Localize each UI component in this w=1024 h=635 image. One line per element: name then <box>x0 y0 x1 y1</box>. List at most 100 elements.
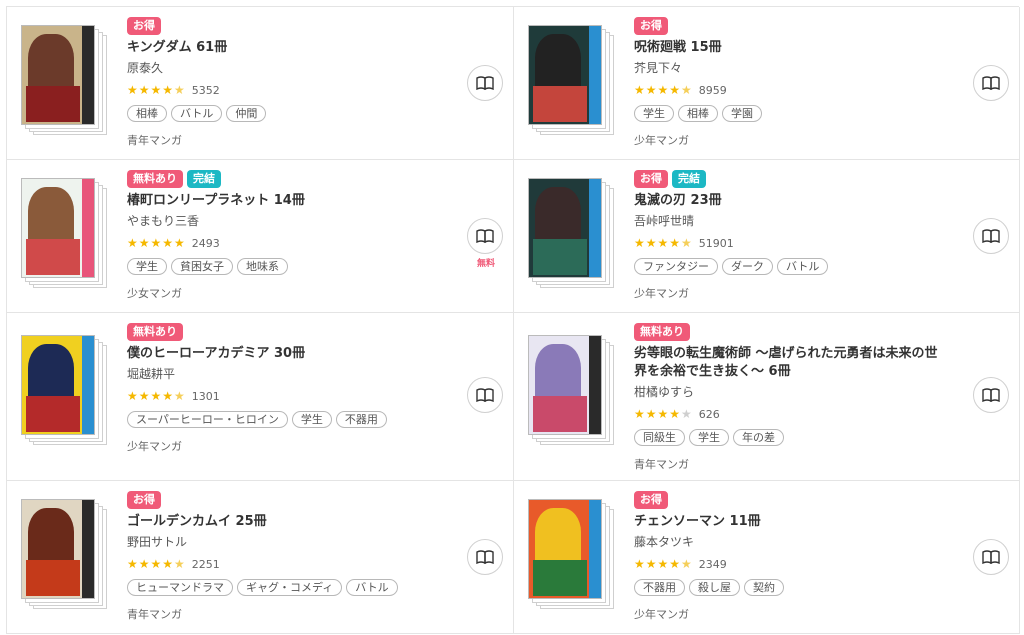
cover-stack[interactable] <box>21 25 107 135</box>
tag-chip[interactable]: 不器用 <box>335 411 387 428</box>
cover-art-figure <box>28 344 74 404</box>
tag-chip[interactable]: 殺し屋 <box>689 579 740 596</box>
tag-chip[interactable]: 学生 <box>689 429 729 446</box>
manga-title[interactable]: 鬼滅の刃 23冊 <box>634 192 947 210</box>
tag-chip[interactable]: 不器用 <box>634 579 685 596</box>
genre-label: 少年マンガ <box>634 608 689 621</box>
badge-free: 無料あり <box>127 170 183 188</box>
manga-card[interactable]: お得 完結 鬼滅の刃 23冊 吾峠呼世晴 ★★★★★ 51901 ファンタジー ダー… <box>514 160 1020 313</box>
manga-card[interactable]: お得 ゴールデンカムイ 25冊 野田サトル ★★★★★ 2251 ヒューマンドラ… <box>7 481 514 634</box>
genre-label: 少年マンガ <box>127 440 182 453</box>
tag-chip[interactable]: ファンタジー <box>634 258 718 275</box>
cover-art-figure <box>535 34 581 94</box>
rating-stars: ★★★★★ <box>127 389 186 403</box>
tag-chip[interactable]: 学生 <box>634 105 674 122</box>
cover-art-figure <box>28 187 74 247</box>
tag-chip[interactable]: 仲間 <box>226 105 267 122</box>
cover-image[interactable] <box>21 335 95 435</box>
tag-chip[interactable]: バトル <box>777 258 829 275</box>
read-button[interactable] <box>467 377 503 413</box>
rating-stars-half: ★ <box>174 83 186 97</box>
read-button[interactable] <box>467 65 503 101</box>
cover-spine <box>589 179 601 277</box>
book-open-icon <box>982 550 1000 564</box>
manga-title[interactable]: 劣等眼の転生魔術師 ～虐げられた元勇者は未来の世界を余裕で生き抜く～ 6冊 <box>634 345 947 381</box>
badge-row: お得 <box>634 491 1007 509</box>
tag-chip[interactable]: 契約 <box>744 579 784 596</box>
cover-stack[interactable] <box>528 178 614 288</box>
manga-card[interactable]: 無料あり 僕のヒーローアカデミア 30冊 堀越耕平 ★★★★★ 1301 スーパ… <box>7 313 514 481</box>
read-button[interactable] <box>973 539 1009 575</box>
read-button[interactable] <box>467 539 503 575</box>
cover-art-detail <box>533 396 587 432</box>
read-button[interactable] <box>973 65 1009 101</box>
tag-chip[interactable]: 学生 <box>127 258 167 275</box>
cover-image[interactable] <box>21 499 95 599</box>
badge-row: 無料あり <box>634 323 1007 341</box>
tag-chip[interactable]: バトル <box>346 579 398 596</box>
tag-chip[interactable]: 学園 <box>722 105 762 122</box>
manga-title[interactable]: 呪術廻戦 15冊 <box>634 39 947 57</box>
tag-chip[interactable]: 相棒 <box>127 105 167 122</box>
manga-author[interactable]: 芥見下々 <box>634 59 1007 77</box>
badge-done: 完結 <box>672 170 706 188</box>
cover-stack[interactable] <box>21 499 107 609</box>
manga-card[interactable]: お得 呪術廻戦 15冊 芥見下々 ★★★★★ 8959 学生 相棒 学園 少年マンガ <box>514 7 1020 160</box>
rating-count: 8959 <box>698 83 727 97</box>
manga-title[interactable]: チェンソーマン 11冊 <box>634 513 947 531</box>
manga-author[interactable]: 堀越耕平 <box>127 365 501 383</box>
cover-image[interactable] <box>528 178 602 278</box>
tag-list: 相棒 バトル 仲間 <box>127 105 501 122</box>
rating-stars: ★★★★★ <box>634 83 693 97</box>
tag-chip[interactable]: ダーク <box>722 258 773 275</box>
manga-card[interactable]: お得 キングダム 61冊 原泰久 ★★★★★ 5352 相棒 バトル 仲間 青年マン… <box>7 7 514 160</box>
tag-chip[interactable]: スーパーヒーロー・ヒロイン <box>127 411 288 428</box>
tag-chip[interactable]: 年の差 <box>733 429 784 446</box>
manga-author[interactable]: 柑橘ゆすら <box>634 383 1007 401</box>
cover-stack[interactable] <box>528 335 614 445</box>
manga-author[interactable]: 原泰久 <box>127 59 501 77</box>
tag-chip[interactable]: 貧困女子 <box>171 258 233 275</box>
manga-title[interactable]: 椿町ロンリープラネット 14冊 <box>127 192 441 210</box>
cover-stack[interactable] <box>21 335 107 445</box>
manga-card[interactable]: 無料あり 劣等眼の転生魔術師 ～虐げられた元勇者は未来の世界を余裕で生き抜く～ … <box>514 313 1020 481</box>
read-button[interactable] <box>467 218 503 254</box>
rating-stars-half: ★ <box>174 389 186 403</box>
tag-chip[interactable]: 地味系 <box>237 258 288 275</box>
cover-stack[interactable] <box>528 25 614 135</box>
rating-stars-full: ★★★★ <box>127 83 175 97</box>
manga-card[interactable]: 無料あり 完結 椿町ロンリープラネット 14冊 やまもり三香 ★★★★★ 2493… <box>7 160 514 313</box>
tag-chip[interactable]: ヒューマンドラマ <box>127 579 233 596</box>
manga-title[interactable]: ゴールデンカムイ 25冊 <box>127 513 441 531</box>
rating-count: 2493 <box>191 236 220 250</box>
cover-image[interactable] <box>21 25 95 125</box>
manga-author[interactable]: 藤本タツキ <box>634 533 1007 551</box>
manga-author[interactable]: 吾峠呼世晴 <box>634 212 1007 230</box>
manga-author[interactable]: 野田サトル <box>127 533 501 551</box>
cover-image[interactable] <box>528 25 602 125</box>
manga-card[interactable]: お得 チェンソーマン 11冊 藤本タツキ ★★★★★ 2349 不器用 殺し屋 契約… <box>514 481 1020 634</box>
tag-chip[interactable]: 学生 <box>291 411 332 428</box>
read-button[interactable] <box>973 218 1009 254</box>
tag-chip[interactable]: バトル <box>171 105 223 122</box>
badge-done: 完結 <box>187 170 221 188</box>
rating-stars: ★★★★★ <box>634 557 693 571</box>
tag-chip[interactable]: ギャグ・コメディ <box>237 579 343 596</box>
badge-deal: お得 <box>634 491 668 509</box>
tag-chip[interactable]: 相棒 <box>678 105 718 122</box>
read-button[interactable] <box>973 377 1009 413</box>
manga-title[interactable]: キングダム 61冊 <box>127 39 441 57</box>
manga-author[interactable]: やまもり三香 <box>127 212 501 230</box>
cover-image[interactable] <box>21 178 95 278</box>
cover-spine <box>589 26 601 124</box>
rating-count: 5352 <box>191 83 220 97</box>
cover-image[interactable] <box>528 335 602 435</box>
cover-image[interactable] <box>528 499 602 599</box>
book-open-icon <box>982 76 1000 90</box>
tag-chip[interactable]: 同級生 <box>634 429 685 446</box>
cover-stack[interactable] <box>528 499 614 609</box>
manga-title[interactable]: 僕のヒーローアカデミア 30冊 <box>127 345 441 363</box>
cover-stack[interactable] <box>21 178 107 288</box>
tag-list: 学生 貧困女子 地味系 <box>127 258 501 275</box>
rating-stars: ★★★★★ <box>634 407 693 421</box>
